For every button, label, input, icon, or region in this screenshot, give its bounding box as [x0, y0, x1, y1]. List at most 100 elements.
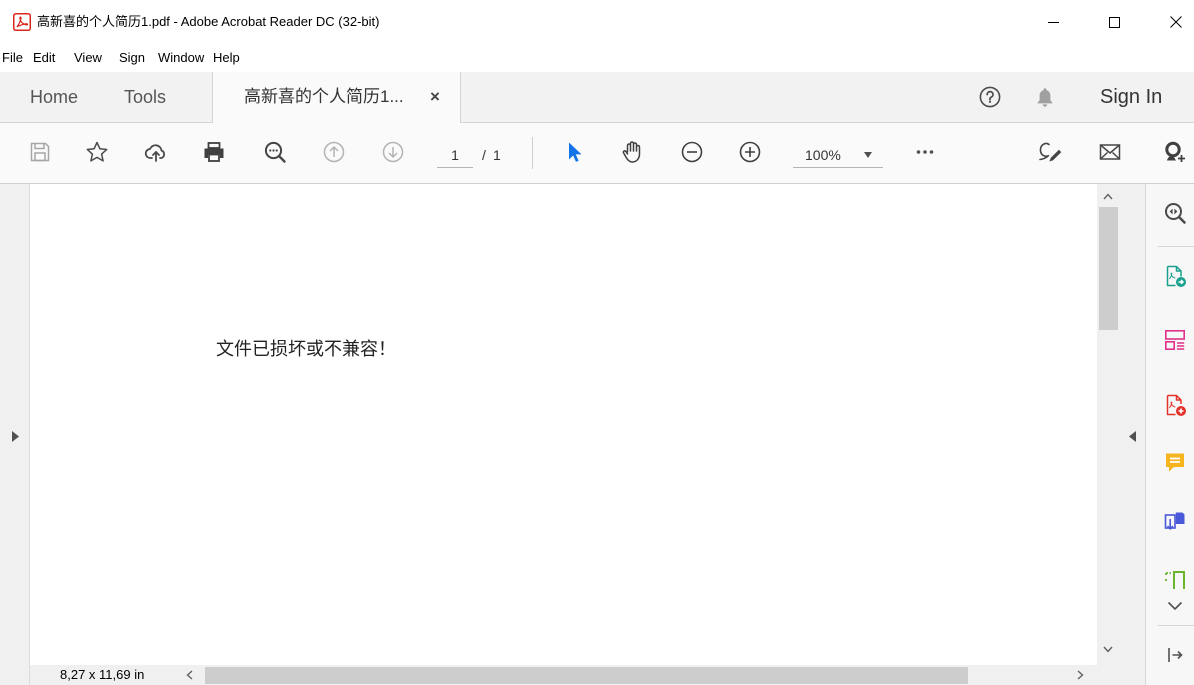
tools-divider [1158, 625, 1194, 626]
zoom-pane-button[interactable] [1163, 201, 1187, 225]
save-icon [30, 142, 50, 162]
page-total: 1 [493, 147, 501, 163]
print-button[interactable] [202, 140, 226, 164]
collapse-pane-icon[interactable] [1166, 646, 1184, 664]
print-icon [204, 142, 224, 162]
tab-close-button[interactable]: × [427, 86, 443, 108]
scroll-left-icon[interactable] [186, 670, 193, 680]
add-user-button[interactable] [1163, 140, 1187, 164]
tools-pane [1145, 184, 1194, 685]
fill-sign-icon [1039, 142, 1062, 162]
help-icon [979, 86, 1001, 108]
organize-pages-icon [1164, 329, 1185, 351]
select-pointer-icon [569, 142, 582, 162]
menu-edit[interactable]: Edit [33, 44, 55, 72]
title-bar: 高新喜的个人简历1.pdf - Adobe Acrobat Reader DC … [0, 0, 1194, 44]
acrobat-reader-icon [13, 13, 31, 31]
page-separator: / [482, 147, 486, 163]
create-pdf-icon [1166, 394, 1186, 416]
zoom-pane-icon [1165, 203, 1186, 224]
menu-window[interactable]: Window [158, 44, 204, 72]
tools-divider [1158, 246, 1194, 247]
tab-document[interactable]: 高新喜的个人简历1... × [212, 72, 461, 123]
minimize-icon [1048, 21, 1059, 23]
maximize-button[interactable] [1084, 0, 1145, 44]
hand-tool-icon [622, 141, 641, 163]
window-title: 高新喜的个人简历1.pdf - Adobe Acrobat Reader DC … [37, 14, 380, 29]
comment-button[interactable] [1163, 450, 1187, 474]
sign-in-button[interactable]: Sign In [1100, 72, 1162, 122]
bookmark-star-icon [86, 141, 108, 162]
zoom-out-button[interactable] [680, 140, 704, 164]
create-pdf-button[interactable] [1163, 393, 1187, 417]
menu-view[interactable]: View [74, 44, 102, 72]
notifications-button[interactable] [1034, 86, 1056, 108]
more-tools-icon [916, 150, 934, 154]
left-navigation-strip [0, 184, 30, 685]
zoom-in-button[interactable] [738, 140, 762, 164]
page-size-label: 8,27 x 11,69 in [60, 667, 145, 682]
collapse-right-panel-icon[interactable] [1129, 431, 1136, 442]
next-page-icon [382, 141, 404, 163]
right-pane-gutter [1120, 184, 1145, 685]
scroll-right-icon[interactable] [1077, 670, 1084, 680]
expand-left-panel-icon[interactable] [12, 431, 19, 442]
bell-icon [1037, 88, 1053, 107]
toolbar-divider [532, 137, 533, 169]
document-page: 文件已损坏或不兼容！ [30, 184, 1097, 665]
document-error-message: 文件已损坏或不兼容！ [216, 339, 396, 360]
vertical-scrollbar[interactable] [1097, 184, 1120, 665]
export-pdf-button[interactable] [1163, 264, 1187, 288]
find-text-button[interactable] [263, 140, 287, 164]
combine-files-button[interactable] [1163, 510, 1187, 534]
status-bar: 8,27 x 11,69 in [30, 665, 1097, 685]
close-window-button[interactable] [1145, 0, 1194, 44]
add-user-icon [1165, 141, 1185, 162]
save-button[interactable] [28, 140, 52, 164]
scroll-up-icon[interactable] [1103, 193, 1113, 200]
combine-files-icon [1164, 512, 1185, 530]
edit-pdf-icon [1165, 571, 1185, 589]
more-tools-button[interactable] [913, 140, 937, 164]
organize-pages-button[interactable] [1163, 328, 1187, 352]
zoom-out-icon [681, 141, 703, 163]
tab-tools[interactable]: Tools [124, 72, 166, 122]
page-number-input[interactable] [437, 142, 473, 168]
menu-help[interactable]: Help [213, 44, 240, 72]
toolbar: / 1 100% [0, 123, 1194, 184]
maximize-icon [1109, 16, 1120, 28]
bookmark-button[interactable] [85, 140, 109, 164]
horizontal-scroll-thumb[interactable] [205, 667, 968, 684]
chevron-down-icon[interactable] [1167, 601, 1183, 611]
email-button[interactable] [1098, 140, 1122, 164]
export-pdf-icon [1166, 265, 1186, 287]
email-icon [1099, 144, 1121, 160]
zoom-value: 100% [805, 147, 841, 163]
close-icon [1170, 16, 1182, 28]
tab-bar: Home Tools 高新喜的个人简历1... × [0, 72, 1194, 123]
comment-icon [1166, 453, 1184, 472]
previous-page-button[interactable] [322, 140, 346, 164]
previous-page-icon [323, 141, 345, 163]
vertical-scroll-thumb[interactable] [1099, 207, 1118, 330]
menu-bar: File Edit View Sign Window Help [0, 44, 1194, 72]
help-button[interactable] [979, 86, 1001, 108]
caret-down-icon [864, 152, 872, 158]
select-tool-button[interactable] [562, 140, 586, 164]
tab-home[interactable]: Home [30, 72, 78, 122]
scrollbar-corner [1097, 665, 1120, 685]
tab-document-label: 高新喜的个人简历1... [244, 87, 404, 106]
edit-pdf-button[interactable] [1163, 568, 1187, 590]
cloud-upload-icon [144, 144, 165, 162]
find-text-icon [264, 141, 286, 163]
hand-tool-button[interactable] [620, 140, 644, 164]
next-page-button[interactable] [381, 140, 405, 164]
minimize-button[interactable] [1023, 0, 1084, 44]
scroll-down-icon[interactable] [1103, 646, 1113, 653]
fill-sign-button[interactable] [1036, 140, 1064, 164]
menu-file[interactable]: File [2, 44, 23, 72]
zoom-dropdown[interactable]: 100% [793, 142, 883, 168]
menu-sign[interactable]: Sign [119, 44, 145, 72]
upload-button[interactable] [144, 140, 168, 164]
zoom-in-icon [739, 141, 761, 163]
